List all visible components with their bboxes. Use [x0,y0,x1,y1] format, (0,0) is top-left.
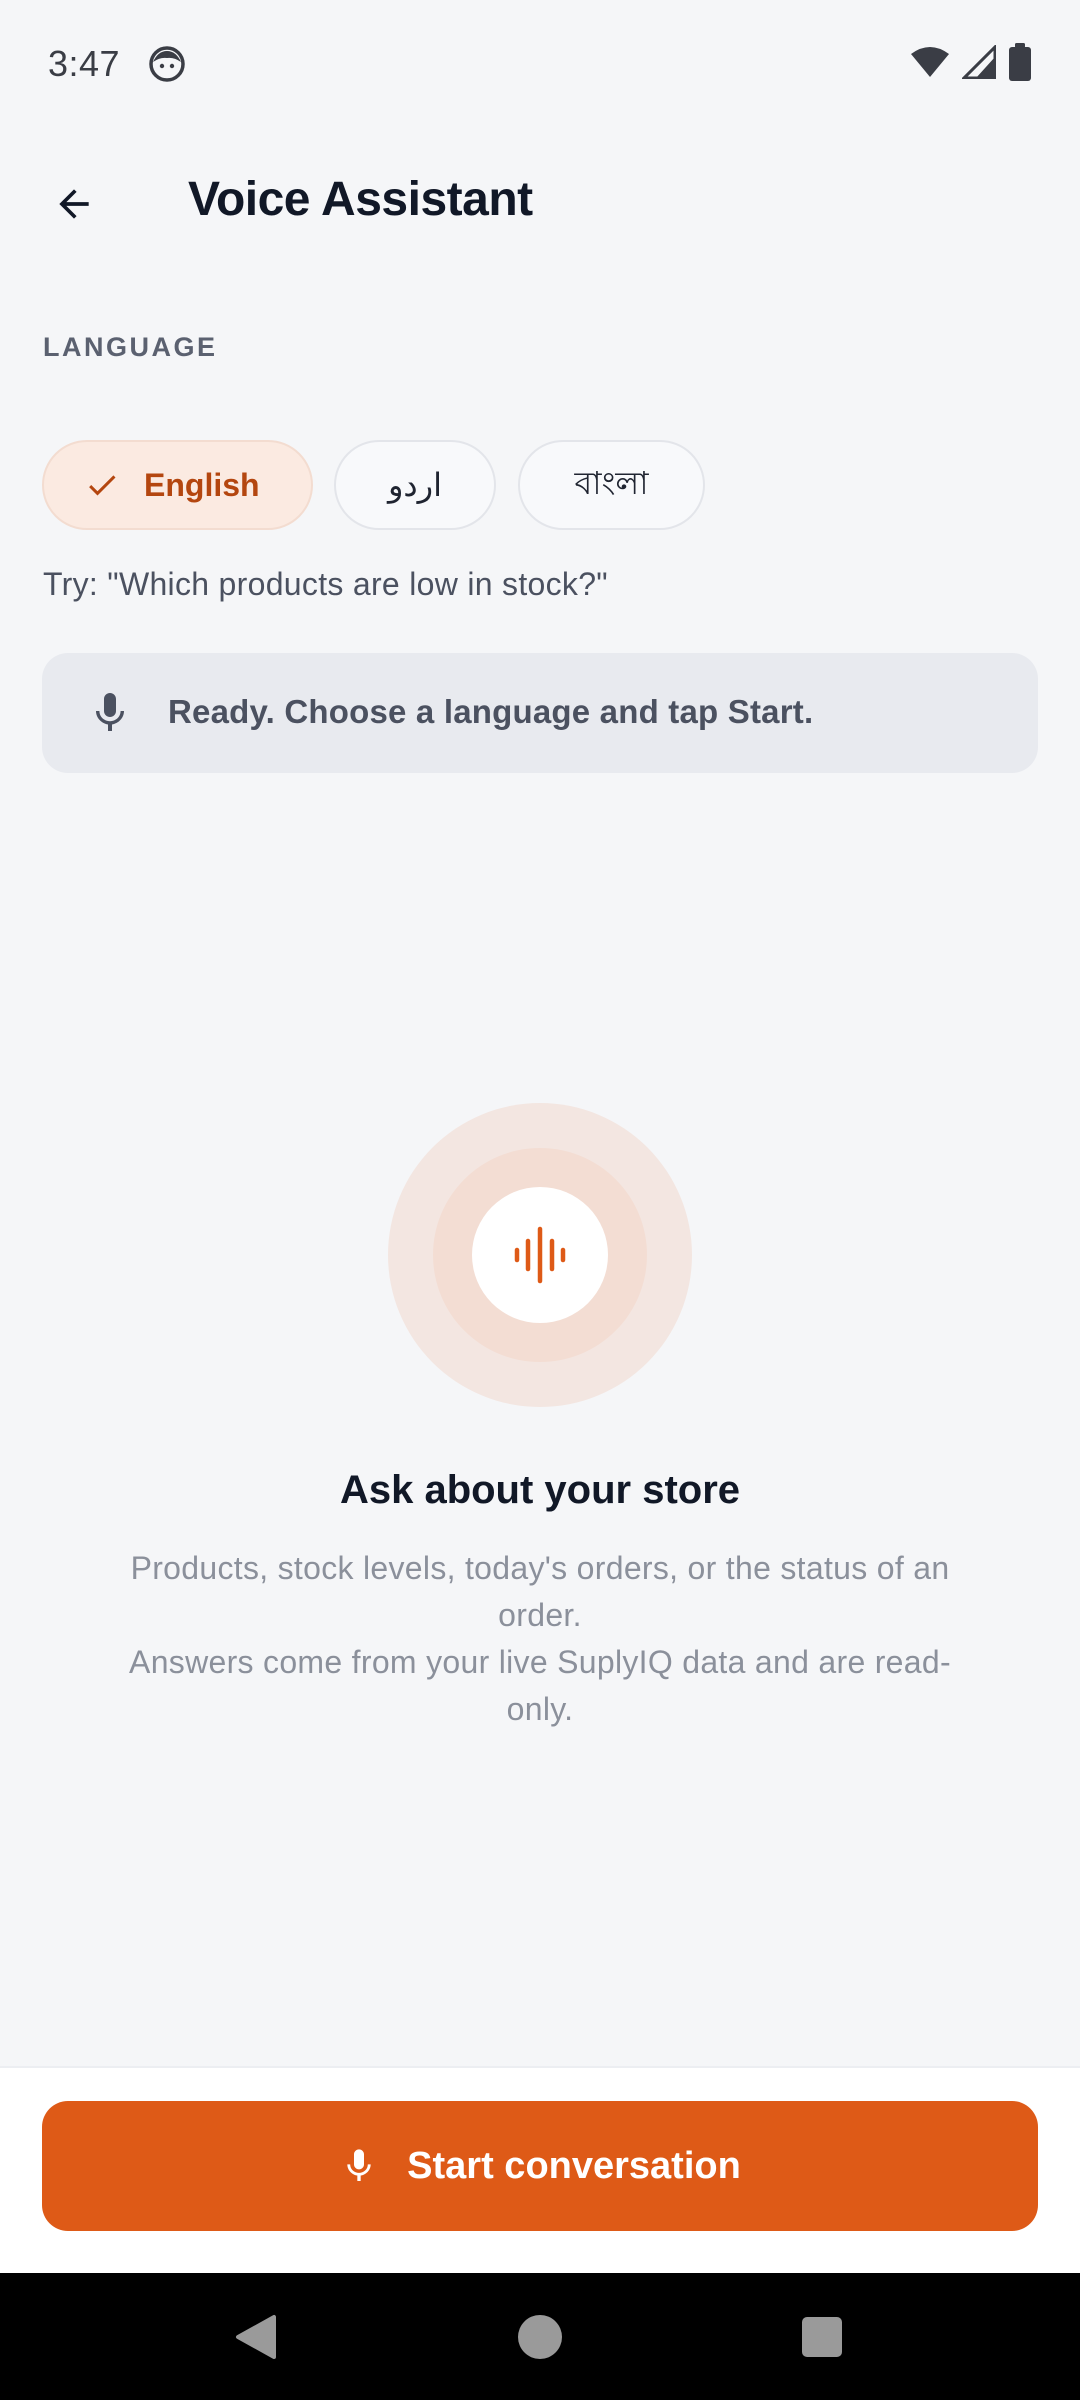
bottom-action-panel: Start conversation [0,2066,1080,2273]
nav-recents-icon[interactable] [802,2317,842,2357]
status-icons [910,42,1032,86]
app-bar: Voice Assistant [0,128,1080,276]
page-title: Voice Assistant [188,173,533,226]
nav-home-icon[interactable] [518,2315,562,2359]
language-chip-english[interactable]: English [42,440,313,530]
back-button[interactable] [34,164,114,244]
status-bar: 3:47 [0,0,1080,128]
check-icon [84,467,120,503]
status-time: 3:47 [48,43,121,84]
face-icon [148,45,186,83]
voice-orb [472,1187,608,1323]
mic-icon [339,2146,379,2186]
example-hint: Try: "Which products are low in stock?" [43,566,608,602]
language-section-label: LANGUAGE [43,332,218,362]
language-chip-bangla[interactable]: বাংলা [518,440,705,530]
system-nav-bar [0,2273,1080,2400]
waveform-icon [514,1226,566,1284]
start-conversation-button[interactable]: Start conversation [42,2101,1038,2231]
status-card: Ready. Choose a language and tap Start. [42,653,1038,773]
language-chip-label: English [144,466,260,503]
empty-state-title: Ask about your store [339,1468,741,1512]
empty-state-description: Products, stock levels, today's orders, … [110,1545,970,1733]
battery-icon [1008,42,1032,86]
wifi-icon [910,45,950,84]
language-chip-urdu[interactable]: اردو [334,440,496,530]
mic-icon [86,689,134,742]
signal-icon [960,42,997,84]
status-message: Ready. Choose a language and tap Start. [168,693,814,730]
language-chip-label: اردو [387,467,443,503]
empty-state-line-2: Answers come from your live SuplyIQ data… [129,1644,951,1727]
empty-state-line-1: Products, stock levels, today's orders, … [130,1550,950,1633]
arrow-back-icon [59,189,89,219]
start-conversation-label: Start conversation [407,2144,741,2187]
language-chip-label: বাংলা [574,465,649,501]
nav-back-icon[interactable] [234,2313,278,2366]
